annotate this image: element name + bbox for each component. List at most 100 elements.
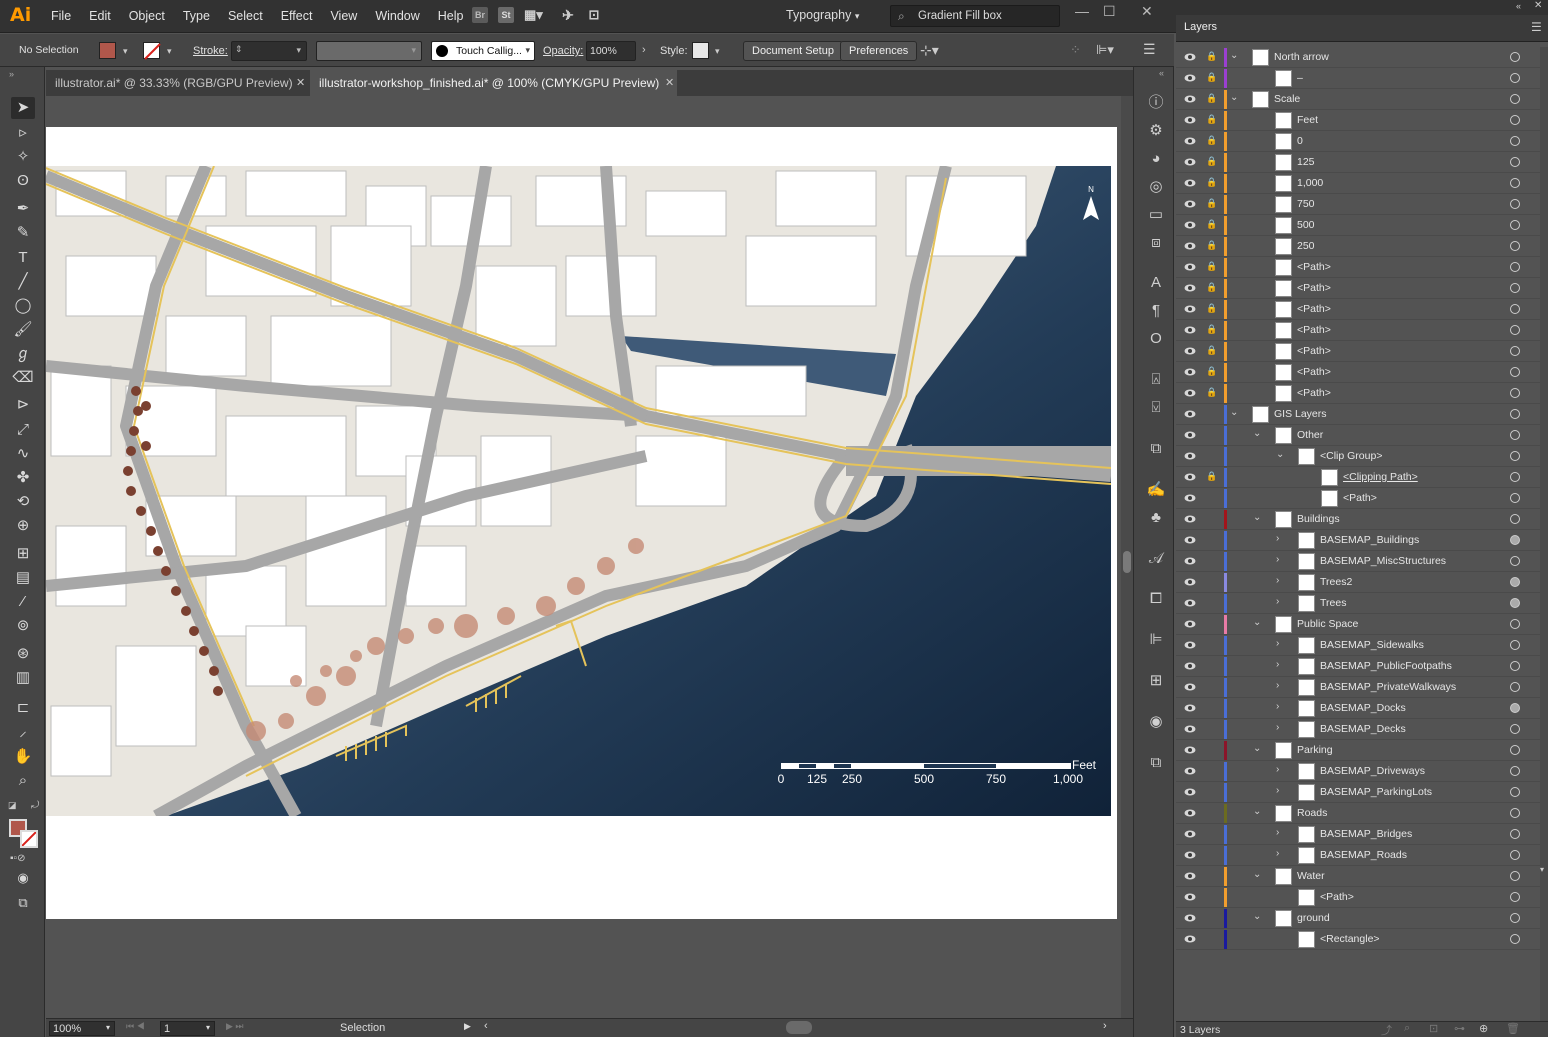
chevron-right-icon[interactable]: › bbox=[1276, 722, 1279, 733]
stroke-color-icon[interactable] bbox=[20, 830, 38, 848]
layer-row[interactable]: ⌄ Parking bbox=[1176, 740, 1540, 761]
close-icon[interactable]: ✕ bbox=[296, 76, 305, 89]
lock-toggle[interactable] bbox=[1206, 597, 1216, 609]
layer-name[interactable]: BASEMAP_Sidewalks bbox=[1320, 639, 1424, 651]
symbol-sprayer-icon[interactable]: ⊛ bbox=[11, 643, 35, 665]
pathfinder-icon[interactable]: ⧠ bbox=[1146, 589, 1166, 609]
lock-toggle[interactable] bbox=[1206, 933, 1216, 945]
layer-row[interactable]: 🔒 <Path> bbox=[1176, 299, 1540, 320]
layer-row[interactable]: › BASEMAP_ParkingLots bbox=[1176, 782, 1540, 803]
layer-row[interactable]: 🔒 Feet bbox=[1176, 110, 1540, 131]
target-circle-icon[interactable] bbox=[1510, 304, 1520, 314]
layer-name[interactable]: Parking bbox=[1297, 744, 1333, 756]
layer-row[interactable]: <Path> bbox=[1176, 488, 1540, 509]
layer-row[interactable]: 🔒 <Path> bbox=[1176, 362, 1540, 383]
lock-icon[interactable]: 🔒 bbox=[1206, 303, 1217, 314]
layer-row[interactable]: › Trees bbox=[1176, 593, 1540, 614]
scroll-thumb[interactable] bbox=[1123, 551, 1131, 573]
lock-toggle[interactable] bbox=[1206, 870, 1216, 882]
bridge-icon[interactable]: Br bbox=[472, 7, 488, 23]
fill-swatch[interactable] bbox=[99, 42, 116, 59]
chevron-down-icon[interactable]: ⌄ bbox=[1230, 50, 1238, 61]
layer-name[interactable]: <Path> bbox=[1343, 492, 1377, 504]
target-circle-icon[interactable] bbox=[1510, 283, 1520, 293]
lock-icon[interactable]: 🔒 bbox=[1206, 219, 1217, 230]
column-graph-icon[interactable]: ▥ bbox=[11, 667, 35, 689]
visibility-eye-icon[interactable] bbox=[1184, 261, 1196, 273]
target-circle-icon[interactable] bbox=[1510, 724, 1520, 734]
layers-panel-tab[interactable]: Layers ☰ bbox=[1176, 15, 1548, 42]
chevron-right-icon[interactable]: › bbox=[1276, 554, 1279, 565]
scroll-down-icon[interactable]: ▾ bbox=[1540, 865, 1544, 874]
stroke-swatch[interactable] bbox=[143, 42, 161, 60]
layer-row[interactable]: ⌄ ground bbox=[1176, 908, 1540, 929]
align-panel-icon[interactable]: ⊫ bbox=[1146, 630, 1166, 650]
libraries-icon[interactable]: ⧈ bbox=[1146, 233, 1166, 253]
layer-row[interactable]: › BASEMAP_Docks bbox=[1176, 698, 1540, 719]
lock-toggle[interactable] bbox=[1206, 513, 1216, 525]
color-mode-icon[interactable]: ▪▫⊘ bbox=[10, 853, 25, 864]
layer-row[interactable]: › BASEMAP_Sidewalks bbox=[1176, 635, 1540, 656]
stepper-icon[interactable]: ⇕ bbox=[235, 44, 243, 55]
target-circle-icon[interactable] bbox=[1510, 73, 1520, 83]
layer-row[interactable]: 🔒 <Path> bbox=[1176, 320, 1540, 341]
target-circle-icon[interactable] bbox=[1510, 346, 1520, 356]
paragraph-icon[interactable]: ¶ bbox=[1146, 301, 1166, 321]
visibility-eye-icon[interactable] bbox=[1184, 219, 1196, 231]
layer-name[interactable]: <Path> bbox=[1297, 366, 1331, 378]
close-icon[interactable]: ✕ bbox=[665, 76, 674, 89]
direct-selection-tool-icon[interactable]: ▹ bbox=[11, 122, 35, 144]
visibility-eye-icon[interactable] bbox=[1184, 51, 1196, 63]
visibility-eye-icon[interactable] bbox=[1184, 198, 1196, 210]
target-circle-icon[interactable] bbox=[1510, 94, 1520, 104]
layer-name[interactable]: 250 bbox=[1297, 240, 1315, 252]
swap-colors-icon[interactable]: ⤾ bbox=[31, 800, 39, 811]
visibility-eye-icon[interactable] bbox=[1184, 555, 1196, 567]
menu-help[interactable]: Help bbox=[429, 0, 473, 33]
lock-toggle[interactable] bbox=[1206, 744, 1216, 756]
workspace-switcher[interactable]: Typography ▾ bbox=[786, 8, 859, 22]
visibility-eye-icon[interactable] bbox=[1184, 891, 1196, 903]
chevron-right-icon[interactable]: › bbox=[1276, 596, 1279, 607]
lock-icon[interactable]: 🔒 bbox=[1206, 471, 1217, 482]
menu-edit[interactable]: Edit bbox=[80, 0, 120, 33]
target-circle-icon[interactable] bbox=[1510, 661, 1520, 671]
lock-icon[interactable]: 🔒 bbox=[1206, 366, 1217, 377]
reflect-tool-icon[interactable]: ⊳ bbox=[11, 394, 35, 416]
lock-icon[interactable]: 🔒 bbox=[1206, 345, 1217, 356]
zoom-tool-icon[interactable]: ⌕ bbox=[11, 770, 35, 792]
layer-name[interactable]: North arrow bbox=[1274, 51, 1329, 63]
layer-name[interactable]: <Path> bbox=[1297, 261, 1331, 273]
free-transform-icon[interactable]: ⟲ bbox=[11, 491, 35, 513]
blend-tool-icon[interactable]: ⊚ bbox=[11, 615, 35, 637]
visibility-eye-icon[interactable] bbox=[1184, 450, 1196, 462]
selection-tool-icon[interactable]: ➤ bbox=[11, 97, 35, 119]
visibility-eye-icon[interactable] bbox=[1184, 156, 1196, 168]
visibility-eye-icon[interactable] bbox=[1184, 177, 1196, 189]
links-icon[interactable]: ⧉ bbox=[1146, 753, 1166, 773]
color-icon[interactable]: ◕ bbox=[1146, 149, 1166, 169]
new-sublayer-icon[interactable]: ⊶ bbox=[1454, 1022, 1465, 1035]
layer-row[interactable]: 🔒 ⌄ North arrow bbox=[1176, 47, 1540, 68]
close-icon[interactable]: ✕ bbox=[1141, 3, 1153, 20]
visibility-eye-icon[interactable] bbox=[1184, 807, 1196, 819]
layer-name[interactable]: 0 bbox=[1297, 135, 1303, 147]
target-circle-icon[interactable] bbox=[1510, 178, 1520, 188]
chevron-down-icon[interactable]: ⌄ bbox=[1253, 512, 1261, 523]
lock-icon[interactable]: 🔒 bbox=[1206, 387, 1217, 398]
transform-panel-icon[interactable]: ⊞ bbox=[1146, 671, 1166, 691]
lock-toggle[interactable] bbox=[1206, 408, 1216, 420]
chevron-right-icon[interactable]: › bbox=[1276, 785, 1279, 796]
lock-icon[interactable]: 🔒 bbox=[1206, 282, 1217, 293]
layer-name[interactable]: <Path> bbox=[1297, 345, 1331, 357]
variable-width-profile[interactable]: ▾ bbox=[316, 41, 422, 61]
chevron-down-icon[interactable]: ⌄ bbox=[1253, 743, 1261, 754]
lock-toggle[interactable] bbox=[1206, 660, 1216, 672]
stroke-weight-field[interactable]: ⇕ ▾ bbox=[231, 41, 307, 61]
eraser-icon[interactable]: ⌫ bbox=[11, 367, 35, 389]
target-circle-icon[interactable] bbox=[1510, 640, 1520, 650]
layer-name[interactable]: <Path> bbox=[1297, 324, 1331, 336]
layer-row[interactable]: › BASEMAP_Roads bbox=[1176, 845, 1540, 866]
artboard-tool-icon[interactable]: ⊏ bbox=[11, 697, 35, 719]
panel-menu-icon[interactable]: ☰ bbox=[1531, 20, 1542, 34]
